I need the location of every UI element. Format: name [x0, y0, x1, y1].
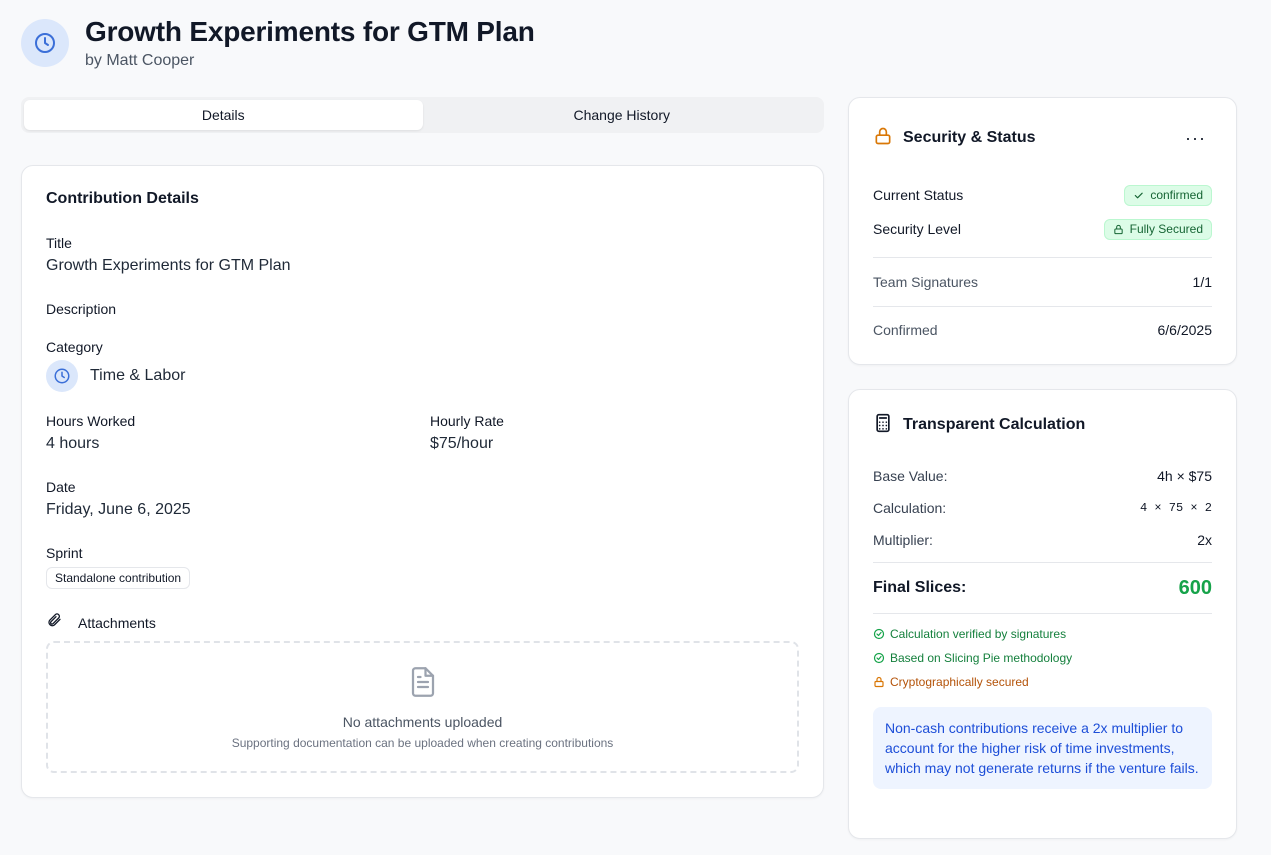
check-item-methodology: Based on Slicing Pie methodology	[873, 646, 1212, 670]
title-label: Title	[46, 235, 72, 251]
hours-label: Hours Worked	[46, 413, 136, 429]
tab-bar: Details Change History	[21, 97, 824, 133]
clock-icon	[46, 360, 78, 392]
rate-label: Hourly Rate	[430, 413, 504, 429]
check-circle-icon	[873, 628, 885, 640]
title-value: Growth Experiments for GTM Plan	[46, 257, 291, 274]
security-status-card: Security & Status ··· Current Status con…	[848, 97, 1237, 365]
check-icon	[1135, 192, 1144, 198]
hours-value: 4 hours	[46, 435, 100, 452]
status-value: confirmed	[1150, 188, 1203, 202]
tab-details[interactable]: Details	[24, 100, 423, 130]
attachments-label: Attachments	[78, 614, 156, 631]
signatures-label: Team Signatures	[873, 274, 979, 290]
no-attachments-text: No attachments uploaded	[342, 713, 503, 730]
base-value-label: Base Value:	[873, 468, 948, 484]
calculation-card: Transparent Calculation Base Value: 4h ×…	[848, 389, 1237, 839]
tab-change-history[interactable]: Change History	[423, 100, 822, 130]
page-title: Growth Experiments for GTM Plan	[85, 16, 535, 47]
calculation-value: 4 × 75 × 2	[1139, 501, 1212, 515]
sprint-badge: Standalone contribution	[46, 567, 191, 589]
calculator-icon	[873, 413, 893, 438]
rate-value: $75/hour	[430, 435, 494, 452]
check-circle-icon	[873, 652, 885, 664]
page-subtitle: by Matt Cooper	[85, 52, 195, 69]
security-level-label: Security Level	[873, 221, 961, 237]
security-level-badge: Fully Secured	[1103, 218, 1212, 240]
status-badge: confirmed	[1124, 184, 1212, 206]
final-slices-label: Final Slices:	[873, 579, 967, 596]
category-value: Time & Labor	[90, 367, 186, 384]
card-heading: Contribution Details	[46, 190, 199, 207]
page-header: Growth Experiments for GTM Plan by Matt …	[21, 16, 535, 70]
category-label: Category	[46, 339, 103, 355]
base-value: 4h × $75	[1157, 468, 1212, 484]
multiplier-value: 2x	[1197, 532, 1212, 548]
multiplier-info-note: Non-cash contributions receive a 2x mult…	[873, 707, 1212, 789]
signatures-value: 1/1	[1192, 274, 1212, 290]
date-value: Friday, June 6, 2025	[46, 501, 191, 518]
file-text-icon	[408, 665, 438, 704]
attachments-dropzone: No attachments uploaded Supporting docum…	[46, 641, 799, 773]
date-label: Date	[46, 479, 76, 495]
check-item-signatures: Calculation verified by signatures	[873, 622, 1212, 646]
paperclip-icon	[46, 612, 62, 633]
confirmed-value: 6/6/2025	[1157, 322, 1213, 338]
sprint-label: Sprint	[46, 545, 83, 561]
status-label: Current Status	[873, 187, 964, 203]
lock-icon	[874, 676, 884, 688]
calculation-title: Transparent Calculation	[903, 416, 1086, 433]
security-title: Security & Status	[903, 129, 1036, 146]
contribution-details-card: Contribution Details Title Growth Experi…	[21, 165, 824, 798]
confirmed-label: Confirmed	[873, 322, 938, 338]
attachments-hint: Supporting documentation can be uploaded…	[231, 735, 614, 750]
description-label: Description	[46, 301, 117, 317]
more-options-icon[interactable]: ···	[1179, 128, 1212, 149]
lock-icon	[1113, 224, 1123, 234]
check-item-crypto: Cryptographically secured	[873, 670, 1212, 694]
clock-icon	[21, 19, 69, 67]
lock-icon	[873, 126, 893, 151]
security-level-value: Fully Secured	[1129, 222, 1203, 236]
calculation-label: Calculation:	[873, 500, 947, 516]
final-slices-value: 600	[1178, 576, 1212, 599]
divider	[873, 613, 1212, 614]
multiplier-label: Multiplier:	[873, 532, 933, 548]
